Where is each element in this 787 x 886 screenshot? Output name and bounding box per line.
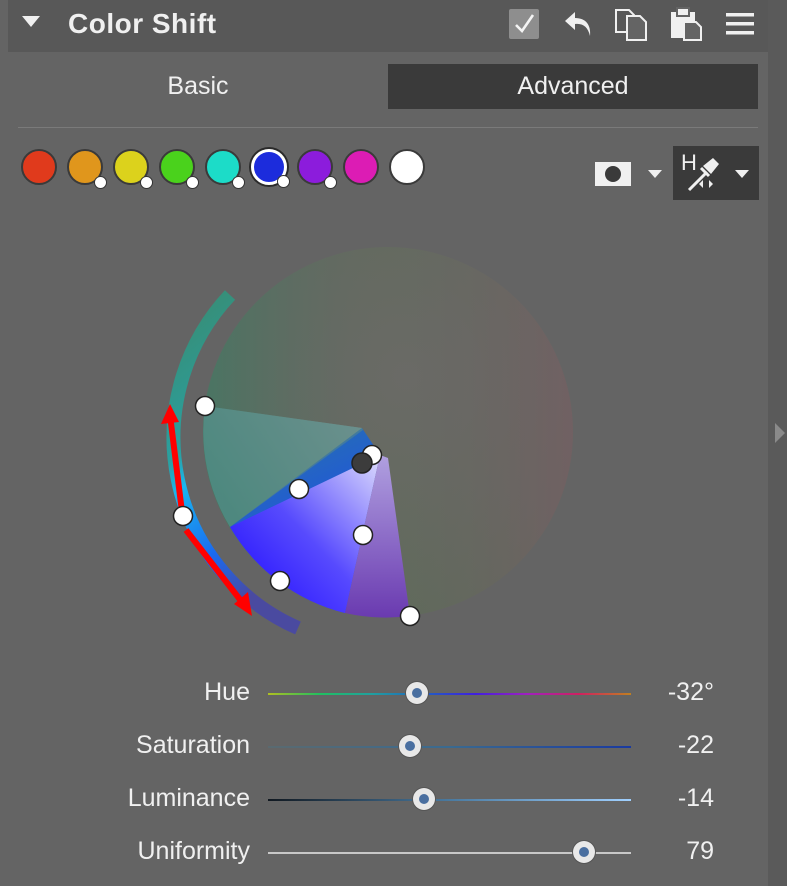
panel-title: Color Shift bbox=[68, 8, 217, 39]
slider-label: Saturation bbox=[136, 731, 250, 759]
slider-value: 79 bbox=[686, 837, 714, 865]
slider-value: -14 bbox=[677, 784, 714, 812]
slider-row-hue: Hue -32° bbox=[0, 672, 768, 716]
mode-tabs: Basic Advanced bbox=[8, 64, 760, 109]
swatch-green[interactable] bbox=[159, 149, 199, 189]
slider-label: Uniformity bbox=[137, 837, 250, 865]
picker-chevron-down-icon bbox=[735, 170, 749, 178]
eyedropper-icon bbox=[687, 158, 719, 192]
expand-right-icon[interactable] bbox=[775, 423, 785, 443]
undo-icon[interactable] bbox=[560, 6, 596, 42]
wheel-handle-blue-target[interactable] bbox=[288, 478, 310, 500]
swatch-yellow[interactable] bbox=[113, 149, 153, 189]
adjusted-indicator-icon bbox=[140, 176, 153, 189]
slider-track-saturation[interactable] bbox=[268, 746, 631, 748]
slider-row-luminance: Luminance -14 bbox=[0, 778, 768, 822]
adjusted-indicator-icon bbox=[324, 176, 337, 189]
color-wheel[interactable] bbox=[150, 230, 590, 650]
slider-thumb-hue[interactable] bbox=[405, 682, 428, 704]
menu-icon[interactable] bbox=[722, 6, 758, 42]
slider-row-uniformity: Uniformity 79 bbox=[0, 831, 768, 875]
adjusted-indicator-icon bbox=[94, 176, 107, 189]
divider bbox=[18, 127, 758, 128]
adjusted-indicator-icon bbox=[186, 176, 199, 189]
slider-value: -32° bbox=[667, 678, 714, 706]
wheel-handle-center[interactable] bbox=[351, 452, 373, 474]
paste-icon[interactable] bbox=[668, 6, 704, 42]
color-picker-button[interactable]: H bbox=[673, 146, 759, 200]
wheel-handle-range-end[interactable] bbox=[269, 570, 291, 592]
copy-icon[interactable] bbox=[613, 6, 649, 42]
hue-shift-arrow-down bbox=[183, 528, 248, 608]
wheel-handle-purple-target[interactable] bbox=[352, 524, 374, 546]
panel-scroll-strip bbox=[768, 0, 787, 886]
slider-thumb-saturation[interactable] bbox=[398, 735, 421, 757]
wheel-handle-hue-source[interactable] bbox=[172, 505, 194, 527]
swatch-blue[interactable] bbox=[251, 149, 290, 188]
collapse-icon[interactable] bbox=[22, 16, 40, 27]
slider-track-hue[interactable] bbox=[268, 693, 631, 695]
slider-label: Luminance bbox=[127, 784, 250, 812]
slider-track-luminance[interactable] bbox=[268, 799, 631, 801]
swatch-cyan[interactable] bbox=[205, 149, 245, 189]
adjusted-indicator-icon bbox=[232, 176, 245, 189]
wheel-handle-outer[interactable] bbox=[399, 605, 421, 627]
slider-value: -22 bbox=[677, 731, 714, 759]
slider-thumb-uniformity[interactable] bbox=[572, 841, 595, 863]
swatch-purple[interactable] bbox=[297, 149, 337, 189]
mask-icon[interactable] bbox=[593, 160, 633, 188]
swatch-white[interactable] bbox=[389, 149, 425, 185]
color-shift-panel: Color Shift Basic Advanced H Hue -32° Sa… bbox=[0, 0, 768, 886]
wheel-handle-range-start[interactable] bbox=[194, 395, 216, 417]
tab-advanced[interactable]: Advanced bbox=[388, 64, 758, 109]
tab-basic[interactable]: Basic bbox=[18, 64, 378, 109]
slider-thumb-luminance[interactable] bbox=[413, 788, 436, 810]
swatch-magenta[interactable] bbox=[343, 149, 379, 185]
slider-row-saturation: Saturation -22 bbox=[0, 725, 768, 769]
swatch-orange[interactable] bbox=[67, 149, 107, 189]
checkbox-checked-icon[interactable] bbox=[506, 6, 542, 42]
slider-label: Hue bbox=[204, 678, 250, 706]
adjusted-indicator-icon bbox=[277, 175, 290, 188]
mask-dropdown-chevron-down-icon[interactable] bbox=[648, 170, 662, 178]
swatch-red[interactable] bbox=[21, 149, 57, 185]
